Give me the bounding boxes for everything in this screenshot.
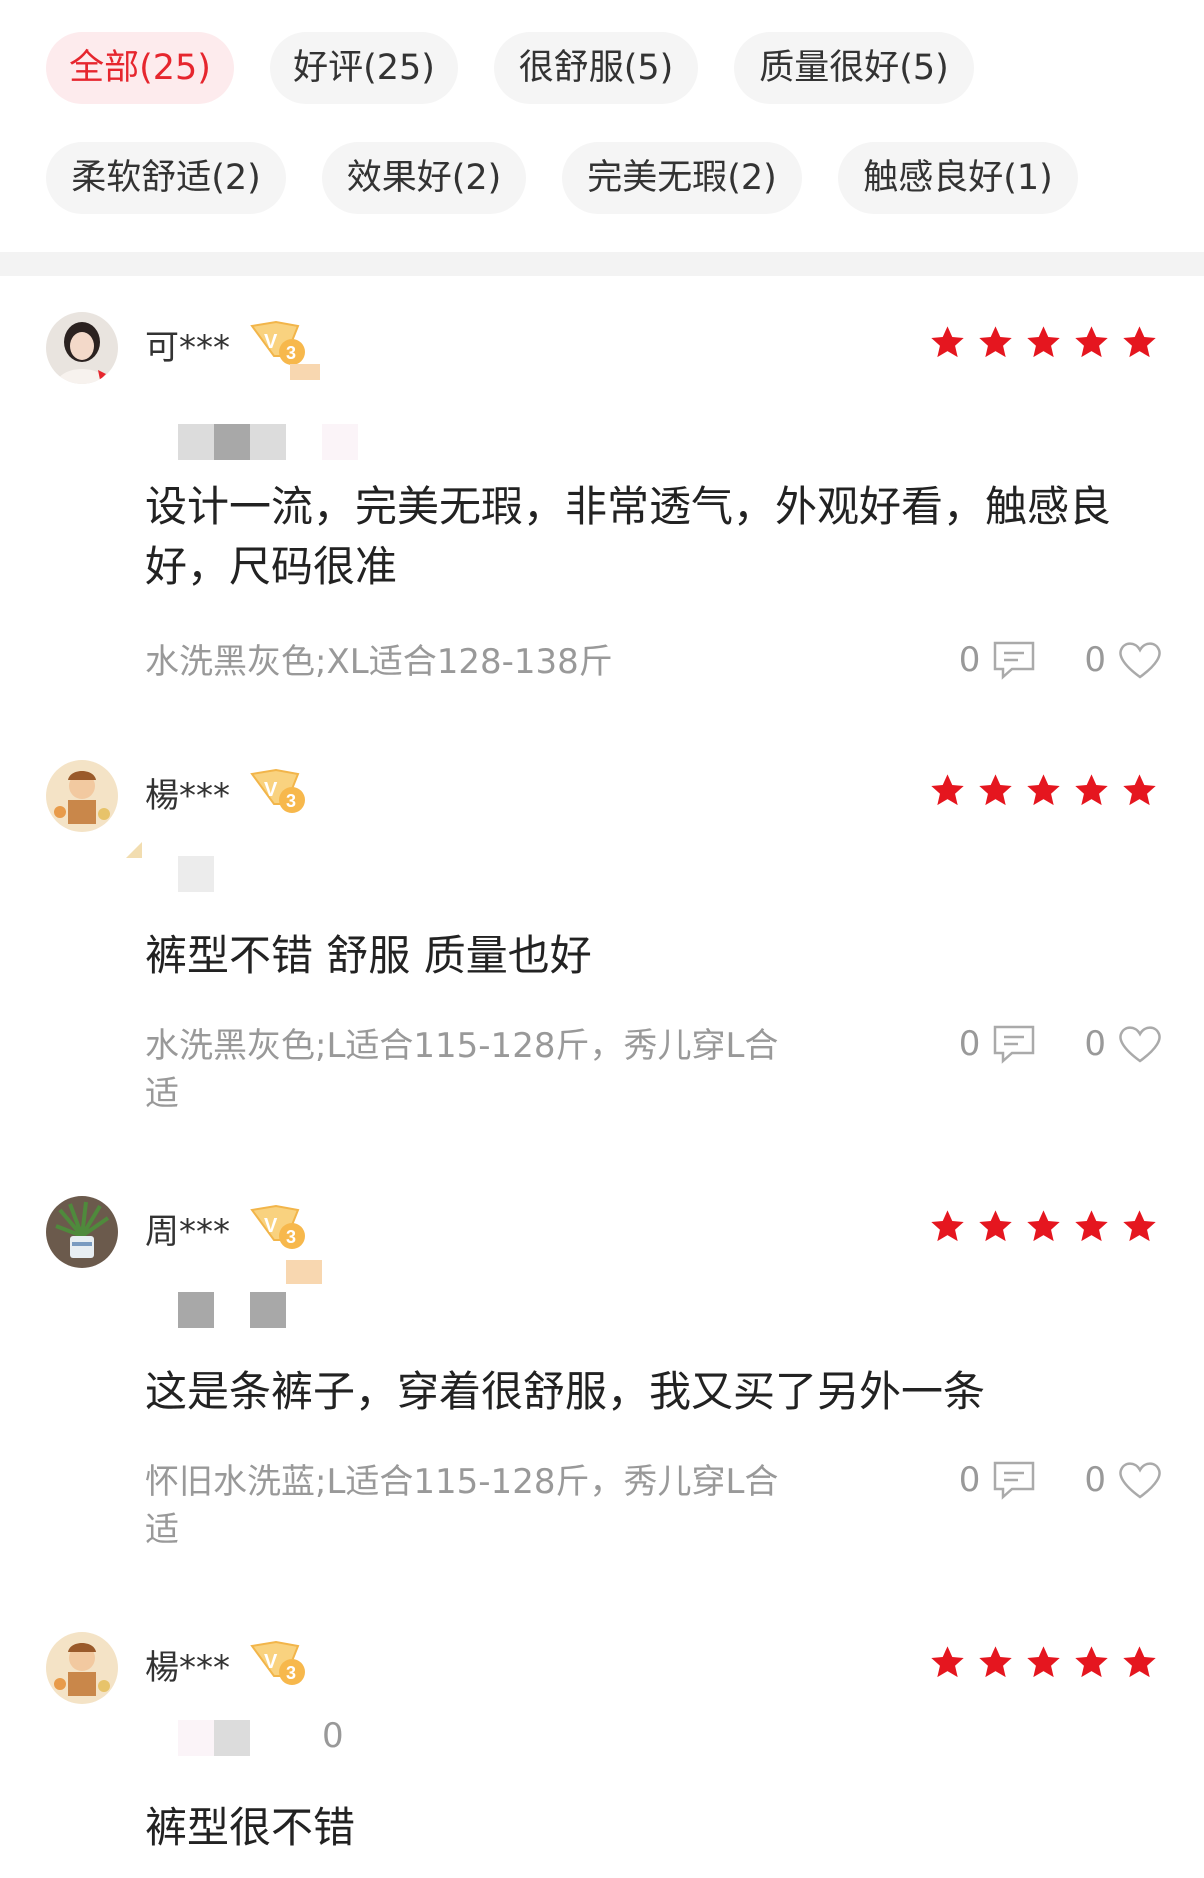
blurred-block bbox=[214, 424, 250, 460]
blurred-block bbox=[178, 1720, 214, 1756]
review-tag-filter: 全部(25) 好评(25) 很舒服(5) 质量很好(5) 柔软舒适(2) 效果好… bbox=[0, 0, 1204, 252]
review-item: 周*** 这是条裤子，穿着很舒服，我又买了另外一条 怀旧水洗蓝;L适合115-1… bbox=[0, 1196, 1204, 1596]
username[interactable]: 周*** bbox=[145, 1204, 230, 1253]
rating-stars bbox=[929, 1208, 1158, 1245]
comment-button[interactable]: 0 bbox=[959, 640, 1037, 680]
user-avatar[interactable] bbox=[46, 1196, 118, 1268]
user-avatar[interactable] bbox=[46, 760, 118, 832]
blurred-decoration bbox=[286, 1260, 322, 1284]
comment-icon bbox=[992, 1460, 1036, 1500]
like-count: 0 bbox=[1084, 1460, 1106, 1500]
username[interactable]: 楊*** bbox=[145, 768, 230, 817]
like-count: 0 bbox=[1084, 1024, 1106, 1064]
like-button[interactable]: 0 bbox=[1084, 1024, 1162, 1064]
tag-positive[interactable]: 好评(25) bbox=[270, 32, 458, 104]
blurred-block bbox=[250, 424, 286, 460]
blurred-text: 0 bbox=[322, 1716, 344, 1756]
blurred-block bbox=[178, 856, 214, 892]
user-avatar[interactable] bbox=[46, 1632, 118, 1704]
comment-icon bbox=[992, 640, 1036, 680]
comment-count: 0 bbox=[958, 640, 981, 680]
section-divider bbox=[0, 252, 1204, 276]
star-icon bbox=[929, 1644, 966, 1681]
tag-flawless[interactable]: 完美无瑕(2) bbox=[562, 142, 802, 214]
star-icon bbox=[977, 772, 1014, 809]
vip-badge-icon bbox=[246, 1636, 322, 1696]
tag-comfortable[interactable]: 很舒服(5) bbox=[494, 32, 698, 104]
comment-count: 0 bbox=[958, 1024, 981, 1064]
blurred-block bbox=[250, 1292, 286, 1328]
comment-button[interactable]: 0 bbox=[959, 1460, 1037, 1500]
star-icon bbox=[1025, 772, 1062, 809]
username[interactable]: 可*** bbox=[145, 320, 230, 369]
review-item: 可*** 设计一流，完美无瑕，非常透气，外观好看，触感良好，尺码很准 水洗黑灰色… bbox=[0, 312, 1204, 732]
username[interactable]: 楊*** bbox=[145, 1640, 230, 1689]
blurred-decoration bbox=[290, 364, 320, 380]
review-content: 这是条裤子，穿着很舒服，我又买了另外一条 bbox=[145, 1367, 986, 1416]
star-icon bbox=[977, 1208, 1014, 1245]
star-icon bbox=[929, 772, 966, 809]
tag-good-effect[interactable]: 效果好(2) bbox=[322, 142, 526, 214]
review-item: 楊*** 裤型不错 舒服 质量也好 水洗黑灰色;L适合115-128斤，秀儿穿L… bbox=[0, 760, 1204, 1160]
star-icon bbox=[1121, 324, 1158, 361]
vip-badge-icon bbox=[246, 1200, 322, 1260]
comment-count: 0 bbox=[958, 1460, 981, 1500]
star-icon bbox=[1025, 1644, 1062, 1681]
heart-icon bbox=[1118, 640, 1162, 680]
star-icon bbox=[1025, 1208, 1062, 1245]
blurred-block bbox=[178, 1292, 214, 1328]
blurred-block bbox=[214, 1720, 250, 1756]
review-content: 裤型不错 舒服 质量也好 bbox=[145, 931, 592, 980]
like-button[interactable]: 0 bbox=[1084, 640, 1162, 680]
like-button[interactable]: 0 bbox=[1084, 1460, 1162, 1500]
user-avatar[interactable] bbox=[46, 312, 118, 384]
vip-badge-icon bbox=[246, 764, 322, 824]
like-count: 0 bbox=[1084, 640, 1106, 680]
heart-icon bbox=[1118, 1024, 1162, 1064]
review-actions: 0 0 bbox=[959, 1460, 1162, 1500]
star-icon bbox=[1073, 1644, 1110, 1681]
star-icon bbox=[1073, 1208, 1110, 1245]
rating-stars bbox=[929, 772, 1158, 809]
tag-good-touch[interactable]: 触感良好(1) bbox=[838, 142, 1078, 214]
blurred-block bbox=[322, 424, 358, 460]
star-icon bbox=[929, 324, 966, 361]
star-icon bbox=[1073, 324, 1110, 361]
review-spec: 水洗黑灰色;XL适合128-138斤 bbox=[145, 642, 613, 682]
star-icon bbox=[1025, 324, 1062, 361]
rating-stars bbox=[929, 324, 1158, 361]
tag-soft[interactable]: 柔软舒适(2) bbox=[46, 142, 286, 214]
review-item: 楊*** 0 裤型很不错 bbox=[0, 1632, 1204, 1878]
star-icon bbox=[1121, 1644, 1158, 1681]
review-content: 设计一流，完美无瑕，非常透气，外观好看，触感良好，尺码很准 bbox=[145, 482, 1112, 591]
star-icon bbox=[1121, 772, 1158, 809]
comment-icon bbox=[992, 1024, 1036, 1064]
heart-icon bbox=[1118, 1460, 1162, 1500]
blurred-block bbox=[178, 424, 214, 460]
blurred-decoration bbox=[126, 842, 142, 858]
star-icon bbox=[977, 324, 1014, 361]
review-content: 裤型很不错 bbox=[145, 1803, 356, 1852]
star-icon bbox=[1121, 1208, 1158, 1245]
comment-button[interactable]: 0 bbox=[959, 1024, 1037, 1064]
tag-all[interactable]: 全部(25) bbox=[46, 32, 234, 104]
review-spec: 水洗黑灰色;L适合115-128斤，秀儿穿L合适 bbox=[145, 1026, 779, 1114]
tag-good-quality[interactable]: 质量很好(5) bbox=[734, 32, 974, 104]
review-spec: 怀旧水洗蓝;L适合115-128斤，秀儿穿L合适 bbox=[145, 1462, 779, 1550]
rating-stars bbox=[929, 1644, 1158, 1681]
star-icon bbox=[929, 1208, 966, 1245]
star-icon bbox=[977, 1644, 1014, 1681]
star-icon bbox=[1073, 772, 1110, 809]
review-actions: 0 0 bbox=[959, 640, 1162, 680]
review-actions: 0 0 bbox=[959, 1024, 1162, 1064]
